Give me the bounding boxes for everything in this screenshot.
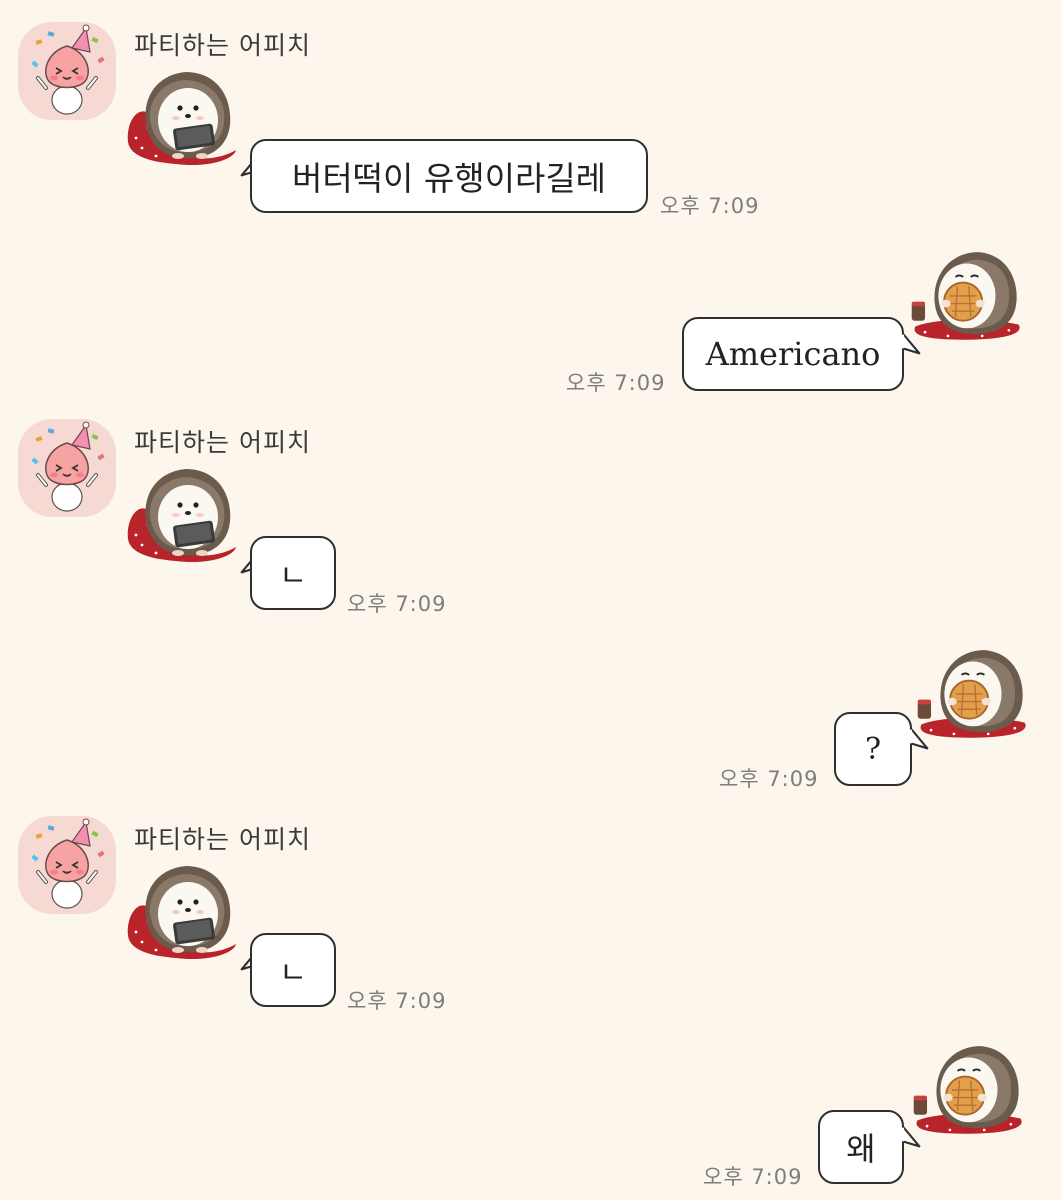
message-time: 오후 7:09	[347, 989, 447, 1013]
message-group-incoming: 파티하는 어피치 버터떡이 유행이라길레 오후 7:09	[0, 0, 1062, 230]
message-group-outgoing: 왜 오후 7:09	[0, 1034, 1062, 1200]
bubble-tail	[899, 1124, 921, 1148]
message-time: 오후 7:09	[719, 767, 819, 791]
message-bubble[interactable]: ㄴ	[250, 536, 336, 610]
hedgehog-phone-sticker-icon	[127, 469, 236, 563]
sender-avatar-icon[interactable]	[18, 22, 116, 120]
message-text: ㄴ	[279, 559, 307, 594]
message-text: 왜	[846, 1130, 876, 1168]
message-time: 오후 7:09	[347, 592, 447, 616]
message-group-outgoing: ? 오후 7:09	[0, 636, 1062, 796]
hedgehog-cookie-sticker-icon	[910, 251, 1021, 341]
message-bubble[interactable]: ㄴ	[250, 933, 336, 1007]
message-bubble[interactable]: 버터떡이 유행이라길레	[250, 139, 648, 213]
hedgehog-phone-sticker-icon	[127, 866, 236, 960]
hedgehog-cookie-sticker-icon	[912, 1045, 1023, 1135]
sender-name: 파티하는 어피치	[134, 428, 311, 457]
message-group-incoming: 파티하는 어피치 ㄴ 오후 7:09	[0, 794, 1062, 1024]
message-text: ㄴ	[279, 956, 307, 991]
message-text: Americano	[705, 335, 881, 373]
bubble-tail	[899, 331, 921, 355]
message-bubble[interactable]: Americano	[682, 317, 904, 391]
message-bubble[interactable]: ?	[834, 712, 912, 786]
sender-avatar-icon[interactable]	[18, 419, 116, 517]
sender-avatar-icon[interactable]	[18, 816, 116, 914]
message-time: 오후 7:09	[703, 1165, 803, 1189]
message-text: ?	[864, 731, 882, 767]
message-group-outgoing: Americano 오후 7:09	[0, 240, 1062, 400]
hedgehog-cookie-sticker-icon	[916, 649, 1027, 739]
message-bubble[interactable]: 왜	[818, 1110, 904, 1184]
sender-name: 파티하는 어피치	[134, 31, 311, 60]
message-time: 오후 7:09	[566, 371, 666, 395]
sender-name: 파티하는 어피치	[134, 825, 311, 854]
message-text: 버터떡이 유행이라길레	[291, 159, 607, 198]
hedgehog-phone-sticker-icon	[127, 72, 236, 166]
message-group-incoming: 파티하는 어피치 ㄴ 오후 7:09	[0, 397, 1062, 627]
message-time: 오후 7:09	[660, 194, 760, 218]
bubble-tail	[907, 726, 929, 750]
